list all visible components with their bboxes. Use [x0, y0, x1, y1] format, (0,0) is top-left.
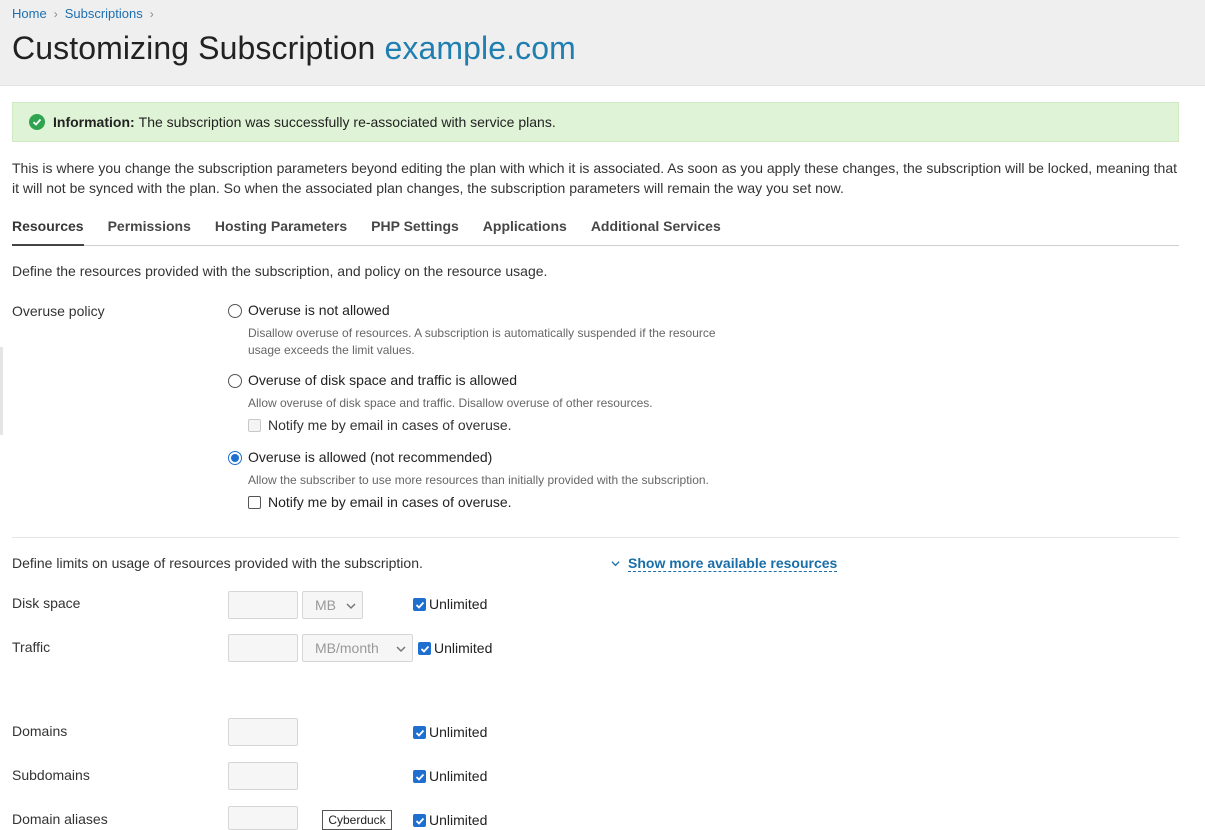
domain-aliases-unlimited-checkbox[interactable]: [413, 814, 426, 827]
cyberduck-tooltip: Cyberduck: [322, 810, 392, 830]
domain-aliases-input[interactable]: [228, 806, 298, 830]
chevron-down-icon: [396, 646, 406, 653]
domains-label: Domains: [12, 723, 68, 739]
breadcrumb: Home › Subscriptions ›: [12, 6, 161, 21]
overuse-policy-label: Overuse policy: [12, 303, 105, 319]
tab-applications[interactable]: Applications: [483, 218, 567, 245]
breadcrumb-subscriptions-link[interactable]: Subscriptions: [65, 6, 143, 21]
tab-additional-services[interactable]: Additional Services: [591, 218, 721, 245]
check-circle-icon: [29, 114, 45, 130]
traffic-unit-select[interactable]: MB/month: [302, 634, 413, 662]
subdomains-unlimited-label[interactable]: Unlimited: [429, 768, 487, 784]
traffic-unlimited-checkbox[interactable]: [418, 642, 431, 655]
overuse-disk-traffic-radio[interactable]: [228, 374, 242, 388]
traffic-unit-value: MB/month: [315, 640, 379, 656]
traffic-unlimited-label[interactable]: Unlimited: [434, 640, 492, 656]
chevron-right-icon: ›: [53, 6, 58, 21]
domains-input[interactable]: [228, 718, 298, 746]
domains-unlimited-checkbox[interactable]: [413, 726, 426, 739]
disk-space-unit-select[interactable]: MB: [302, 591, 363, 619]
resources-description: Define the resources provided with the s…: [12, 263, 548, 279]
overuse-allowed-radio[interactable]: [228, 451, 242, 465]
page-header: Home › Subscriptions › Customizing Subsc…: [0, 0, 1205, 86]
chevron-right-icon: ›: [149, 6, 154, 21]
notify-overuse-allowed-label[interactable]: Notify me by email in cases of overuse.: [268, 494, 512, 510]
chevron-down-icon: [346, 603, 356, 610]
subdomains-label: Subdomains: [12, 767, 90, 783]
traffic-input[interactable]: [228, 634, 298, 662]
overuse-not-allowed-label[interactable]: Overuse is not allowed: [248, 302, 390, 318]
disk-space-input[interactable]: [228, 591, 298, 619]
disk-space-label: Disk space: [12, 595, 81, 611]
subdomains-unlimited-checkbox[interactable]: [413, 770, 426, 783]
domains-unlimited-label[interactable]: Unlimited: [429, 724, 487, 740]
subdomains-input[interactable]: [228, 762, 298, 790]
limits-description: Define limits on usage of resources prov…: [12, 555, 423, 571]
page-description: This is where you change the subscriptio…: [12, 160, 1178, 196]
notify-overuse-allowed-checkbox[interactable]: [248, 496, 261, 509]
disk-space-unlimited-label[interactable]: Unlimited: [429, 596, 487, 612]
info-message: Information: The subscription was succes…: [12, 102, 1179, 142]
tab-hosting-parameters[interactable]: Hosting Parameters: [215, 218, 347, 245]
breadcrumb-home-link[interactable]: Home: [12, 6, 47, 21]
info-text: The subscription was successfully re-ass…: [138, 114, 556, 130]
overuse-allowed-hint: Allow the subscriber to use more resourc…: [248, 473, 709, 487]
tab-bar: Resources Permissions Hosting Parameters…: [12, 218, 1179, 246]
overuse-not-allowed-hint: Disallow overuse of resources. A subscri…: [248, 326, 716, 357]
tab-php-settings[interactable]: PHP Settings: [371, 218, 459, 245]
overuse-not-allowed-radio[interactable]: [228, 304, 242, 318]
section-divider: [12, 537, 1179, 538]
chevron-down-icon: [611, 561, 620, 567]
info-label: Information:: [53, 114, 135, 130]
notify-overuse-disk-traffic-checkbox[interactable]: [248, 419, 261, 432]
disk-space-unit-value: MB: [315, 597, 336, 613]
tab-permissions[interactable]: Permissions: [108, 218, 191, 245]
disk-space-unlimited-checkbox[interactable]: [413, 598, 426, 611]
notify-overuse-disk-traffic-label: Notify me by email in cases of overuse.: [268, 417, 512, 433]
traffic-label: Traffic: [12, 639, 51, 655]
show-more-resources-link[interactable]: Show more available resources: [611, 555, 838, 572]
tab-resources[interactable]: Resources: [12, 218, 84, 246]
page-title: Customizing Subscription example.com: [12, 30, 576, 67]
overuse-allowed-label[interactable]: Overuse is allowed (not recommended): [248, 449, 492, 465]
show-more-resources-label[interactable]: Show more available resources: [628, 555, 838, 572]
left-edge-handle: [0, 347, 3, 435]
domain-aliases-unlimited-label[interactable]: Unlimited: [429, 812, 487, 828]
page-title-domain: example.com: [384, 30, 576, 66]
overuse-disk-traffic-label[interactable]: Overuse of disk space and traffic is all…: [248, 372, 517, 388]
page-title-prefix: Customizing Subscription: [12, 30, 376, 66]
domain-aliases-label: Domain aliases: [12, 811, 108, 827]
overuse-disk-traffic-hint: Allow overuse of disk space and traffic.…: [248, 396, 653, 410]
